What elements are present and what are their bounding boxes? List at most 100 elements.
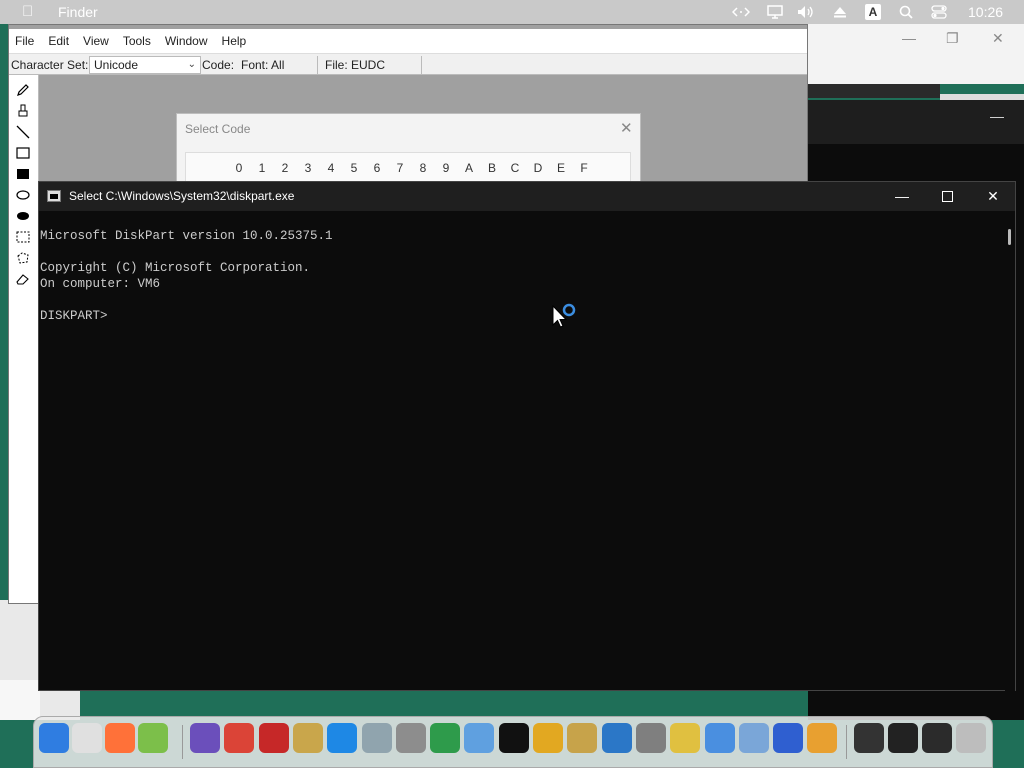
dock-trash-icon[interactable] <box>956 723 986 753</box>
hollow-rect-icon[interactable] <box>13 144 33 162</box>
chevron-down-icon: ⌄ <box>187 59 196 70</box>
menu-window[interactable]: Window <box>165 34 208 48</box>
dock-firefox-icon[interactable] <box>105 723 135 753</box>
restore-icon[interactable]: ❐ <box>946 30 959 47</box>
dock-network-green-icon[interactable] <box>430 723 461 753</box>
maximize-button[interactable] <box>927 185 967 207</box>
dock-desktop-view-icon[interactable] <box>464 723 495 753</box>
menu-view[interactable]: View <box>83 34 109 48</box>
rect-select-icon[interactable] <box>13 228 33 246</box>
volume-icon[interactable] <box>796 2 816 22</box>
hollow-ellipse-icon[interactable] <box>13 186 33 204</box>
tool-palette <box>9 75 39 603</box>
dock-server-add-icon[interactable] <box>635 723 666 753</box>
dock-divider <box>846 725 847 759</box>
hex-header: F <box>580 161 588 175</box>
dock-certificate-icon[interactable] <box>670 723 701 753</box>
brush-icon[interactable] <box>13 102 33 120</box>
dock-components-icon[interactable] <box>704 723 735 753</box>
background-window-strip <box>808 84 940 98</box>
freeform-select-icon[interactable] <box>13 249 33 267</box>
minimize-icon[interactable]: — <box>990 108 1004 124</box>
dock-window-thumb-3-icon[interactable] <box>922 723 952 753</box>
dock-window-thumb-1-icon[interactable] <box>854 723 884 753</box>
hex-header: 2 <box>281 161 289 175</box>
diskpart-console-window: Select C:\Windows\System32\diskpart.exe … <box>38 181 1016 691</box>
input-source-icon[interactable]: A <box>865 4 881 20</box>
dock-window-thumb-2-icon[interactable] <box>888 723 918 753</box>
menubar:  Finder A 10:26 <box>0 0 1024 24</box>
dock-visual-studio-icon[interactable] <box>190 723 220 753</box>
hex-header: D <box>533 161 543 175</box>
charset-select[interactable]: Unicode ⌄ <box>89 56 201 74</box>
dock-keychain-icon[interactable] <box>292 723 323 753</box>
hex-header: C <box>510 161 520 175</box>
dock-launchpad-icon[interactable] <box>72 723 102 753</box>
dock-keys-icon[interactable] <box>567 723 598 753</box>
hex-header: 7 <box>396 161 404 175</box>
minimize-button[interactable]: — <box>882 185 922 207</box>
hex-header: 5 <box>350 161 358 175</box>
dock-console-black-icon[interactable] <box>498 723 529 753</box>
dock-font-a-icon[interactable] <box>601 723 632 753</box>
display-icon[interactable] <box>766 2 784 22</box>
hex-header: 0 <box>235 161 243 175</box>
hex-header: 6 <box>373 161 381 175</box>
console-scrollbar[interactable] <box>1005 211 1015 691</box>
apple-logo-icon[interactable]:  <box>22 3 33 20</box>
hex-header: 8 <box>419 161 427 175</box>
font-label: Font: All <box>241 58 285 72</box>
hex-header: 3 <box>304 161 312 175</box>
dock-app-red-icon[interactable] <box>258 723 289 753</box>
console-line: Copyright (C) Microsoft Corporation. <box>40 261 311 275</box>
close-icon[interactable]: ✕ <box>992 30 1004 47</box>
dock-chrome-icon[interactable] <box>224 723 255 753</box>
charset-value: Unicode <box>94 58 139 72</box>
eraser-icon[interactable] <box>13 270 33 288</box>
dock-lambda-icon[interactable] <box>361 723 392 753</box>
code-arrows-icon[interactable] <box>732 2 750 22</box>
console-output[interactable]: Microsoft DiskPart version 10.0.25375.1 … <box>39 211 1005 691</box>
scrollbar-thumb[interactable] <box>1008 229 1011 245</box>
minimize-icon[interactable]: — <box>902 30 916 46</box>
menu-edit[interactable]: Edit <box>48 34 69 48</box>
close-button[interactable]: ✕ <box>973 185 1013 207</box>
charset-label: Character Set: <box>11 58 89 72</box>
control-center-icon[interactable] <box>930 2 948 22</box>
code-label: Code: <box>202 58 235 72</box>
line-icon[interactable] <box>13 123 33 141</box>
eject-icon[interactable] <box>832 2 848 22</box>
hex-header: 9 <box>442 161 450 175</box>
file-label: File: EUDC <box>325 58 386 72</box>
dock-notes-blue-icon[interactable] <box>327 723 358 753</box>
dock-key-yellow-icon[interactable] <box>533 723 563 753</box>
console-line: On computer: VM6 <box>40 277 161 291</box>
dock-preview-icon[interactable] <box>138 723 168 753</box>
console-titlebar[interactable]: Select C:\Windows\System32\diskpart.exe … <box>39 182 1015 211</box>
dock-finder-icon[interactable] <box>39 723 69 753</box>
dock-printer-icon[interactable] <box>395 723 426 753</box>
console-title: Select C:\Windows\System32\diskpart.exe <box>69 189 295 203</box>
menu-tools[interactable]: Tools <box>123 34 151 48</box>
console-prompt[interactable]: DISKPART> <box>40 309 108 323</box>
filled-ellipse-icon[interactable] <box>13 207 33 225</box>
dock-media-icon[interactable] <box>807 723 838 753</box>
pencil-icon[interactable] <box>13 81 33 99</box>
dock-x-tool-icon[interactable] <box>773 723 804 753</box>
active-app-name[interactable]: Finder <box>58 4 98 20</box>
dock-monitor-icon[interactable] <box>738 723 769 753</box>
background-window-dark: — <box>808 100 1024 144</box>
hex-header: B <box>487 161 496 175</box>
clock[interactable]: 10:26 <box>968 4 1003 20</box>
close-icon[interactable]: ✕ <box>620 119 633 137</box>
dock-divider <box>182 725 183 759</box>
divider <box>317 56 318 74</box>
dialog-title: Select Code <box>185 122 251 136</box>
hex-header: E <box>556 161 565 175</box>
menu-help[interactable]: Help <box>222 34 247 48</box>
background-window <box>0 680 40 720</box>
menu-file[interactable]: File <box>15 34 34 48</box>
filled-rect-icon[interactable] <box>13 165 33 183</box>
search-icon[interactable] <box>898 2 914 22</box>
busy-cursor-icon <box>551 303 581 331</box>
